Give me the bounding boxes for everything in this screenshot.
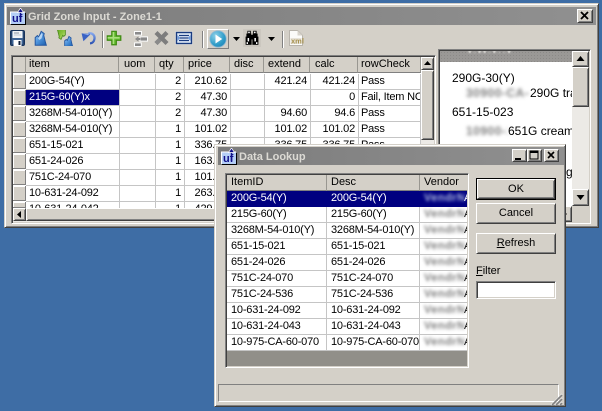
svg-text:xml: xml bbox=[291, 37, 304, 46]
